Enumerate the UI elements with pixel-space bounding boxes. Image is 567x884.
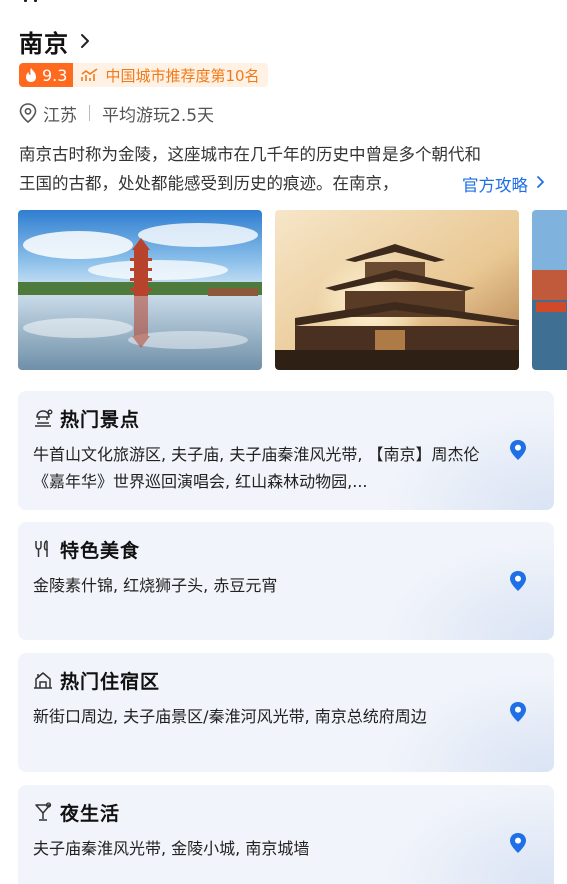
card-body[interactable]: 金陵素什锦, 红烧狮子头, 赤豆元宵 bbox=[33, 572, 483, 599]
city-meta: 江苏 平均游玩2.5天 bbox=[19, 100, 214, 126]
trend-chart-icon bbox=[81, 68, 98, 81]
description-line-1: 南京古时称为金陵，这座城市在几千年的历史中曾是多个朝代和 bbox=[19, 145, 481, 164]
card-title[interactable]: 热门景点 bbox=[60, 405, 140, 432]
card-hot-attractions[interactable]: 热门景点 牛首山文化旅游区, 夫子庙, 夫子庙秦淮风光带, 【南京】周杰伦《嘉年… bbox=[18, 391, 554, 510]
photo-gallery[interactable] bbox=[18, 210, 567, 370]
food-icon bbox=[32, 538, 54, 560]
province-label: 江苏 bbox=[43, 105, 77, 126]
card-local-food[interactable]: 特色美食 金陵素什锦, 红烧狮子头, 赤豆元宵 bbox=[18, 522, 554, 640]
card-hot-lodging[interactable]: 热门住宿区 新街口周边, 夫子庙景区/秦淮河风光带, 南京总统府周边 bbox=[18, 653, 554, 772]
meta-divider bbox=[89, 105, 90, 121]
scenic-spot-icon bbox=[32, 407, 54, 429]
pagoda-lake-photo[interactable] bbox=[18, 210, 262, 370]
city-title-row[interactable]: 南京 bbox=[19, 24, 95, 59]
card-title[interactable]: 热门住宿区 bbox=[60, 667, 160, 694]
rating-badges: 9.3 中国城市推荐度第10名 bbox=[19, 63, 268, 87]
location-pin-icon[interactable] bbox=[508, 439, 528, 461]
flame-icon bbox=[26, 68, 36, 82]
card-title[interactable]: 夜生活 bbox=[60, 799, 120, 826]
official-guide-link[interactable]: 官方攻略 bbox=[458, 169, 545, 198]
classical-pavilion-photo[interactable] bbox=[275, 210, 519, 370]
rank-badge[interactable]: 中国城市推荐度第10名 bbox=[73, 63, 268, 87]
location-pin-icon[interactable] bbox=[508, 832, 528, 854]
location-pin-icon[interactable] bbox=[508, 701, 528, 723]
score-badge: 9.3 bbox=[19, 63, 74, 87]
location-pin-icon[interactable] bbox=[508, 570, 528, 592]
nightlife-icon bbox=[32, 801, 54, 823]
description-line-2: 王国的古都，处处都能感受到历史的痕迹。在南京， bbox=[19, 174, 399, 193]
rank-text[interactable]: 中国城市推荐度第10名 bbox=[105, 65, 259, 86]
card-body[interactable]: 牛首山文化旅游区, 夫子庙, 夫子庙秦淮风光带, 【南京】周杰伦《嘉年华》世界巡… bbox=[33, 441, 483, 495]
hotel-icon bbox=[32, 669, 54, 691]
score-value: 9.3 bbox=[42, 65, 68, 85]
status-bar-fragment bbox=[22, 0, 44, 4]
card-body[interactable]: 夫子庙秦淮风光带, 金陵小城, 南京城墙 bbox=[33, 835, 483, 862]
chevron-right-icon[interactable] bbox=[536, 174, 545, 193]
chevron-right-icon[interactable] bbox=[79, 32, 95, 50]
card-nightlife[interactable]: 夜生活 夫子庙秦淮风光带, 金陵小城, 南京城墙 bbox=[18, 785, 554, 884]
card-body[interactable]: 新街口周边, 夫子庙景区/秦淮河风光带, 南京总统府周边 bbox=[33, 703, 483, 730]
avg-stay-label: 平均游玩2.5天 bbox=[102, 105, 215, 126]
harbor-photo[interactable] bbox=[532, 210, 567, 370]
location-pin-icon bbox=[19, 103, 37, 123]
card-title[interactable]: 特色美食 bbox=[60, 536, 140, 563]
official-guide-label[interactable]: 官方攻略 bbox=[462, 172, 528, 196]
city-title[interactable]: 南京 bbox=[19, 24, 69, 59]
